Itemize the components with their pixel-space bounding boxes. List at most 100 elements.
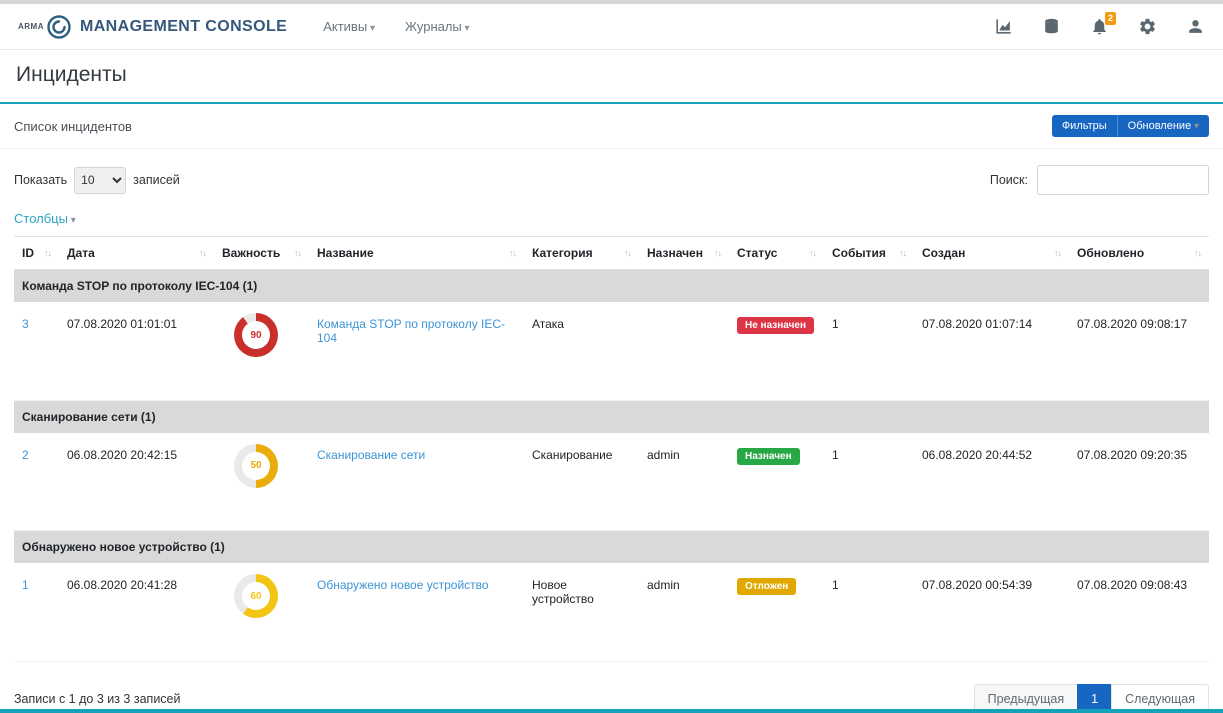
- chart-icon[interactable]: [993, 17, 1013, 37]
- search-label: Поиск:: [990, 173, 1028, 187]
- column-label: Категория: [532, 246, 593, 260]
- group-header-row: Команда STOP по протоколу IEC-104 (1): [14, 270, 1209, 303]
- group-header-row: Обнаружено новое устройство (1): [14, 531, 1209, 564]
- group-title: Сканирование сети (1): [14, 400, 1209, 433]
- status-badge: Не назначен: [737, 317, 814, 334]
- settings-gear-icon[interactable]: [1137, 17, 1157, 37]
- incident-assignee: [639, 302, 729, 400]
- page-title-bar: Инциденты: [0, 50, 1223, 104]
- incident-id-link[interactable]: 3: [22, 317, 29, 331]
- brand-title: MANAGEMENT CONSOLE: [80, 18, 287, 36]
- column-label: Назначен: [647, 246, 703, 260]
- column-header-status[interactable]: Статус ↑↓: [729, 237, 824, 270]
- records-info: Записи с 1 до 3 из 3 записей: [14, 692, 180, 706]
- incident-id-link[interactable]: 2: [22, 448, 29, 462]
- search-control: Поиск:: [990, 165, 1209, 195]
- importance-value: 50: [250, 460, 261, 471]
- sort-icon: ↑↓: [714, 248, 721, 258]
- incident-name-link[interactable]: Обнаружено новое устройство: [317, 578, 489, 592]
- database-icon[interactable]: [1041, 17, 1061, 37]
- column-label: События: [832, 246, 886, 260]
- incident-created: 07.08.2020 01:07:14: [914, 302, 1069, 400]
- filters-button[interactable]: Фильтры: [1052, 115, 1117, 137]
- status-badge: Назначен: [737, 448, 800, 465]
- sort-icon: ↑↓: [1194, 248, 1201, 258]
- page-size-control: Показать 10 записей: [14, 167, 180, 194]
- column-header-events[interactable]: События ↑↓: [824, 237, 914, 270]
- incident-updated: 07.08.2020 09:08:17: [1069, 302, 1209, 400]
- incident-row: 2 06.08.2020 20:42:15 50 Сканирование се…: [14, 433, 1209, 531]
- panel-actions: Фильтры Обновление: [1052, 115, 1209, 137]
- sort-icon: ↑↓: [809, 248, 816, 258]
- column-label: Дата: [67, 246, 95, 260]
- incident-events-count: 1: [824, 302, 914, 400]
- sort-icon: ↑↓: [294, 248, 301, 258]
- incident-category: Атака: [524, 302, 639, 400]
- incident-date: 07.08.2020 01:01:01: [59, 302, 214, 400]
- sort-icon: ↑↓: [1054, 248, 1061, 258]
- importance-donut: 60: [234, 574, 278, 618]
- importance-donut: 90: [234, 313, 278, 357]
- importance-donut: 50: [234, 444, 278, 488]
- incident-events-count: 1: [824, 433, 914, 531]
- table-controls: Показать 10 записей Поиск:: [0, 149, 1223, 199]
- group-title: Обнаружено новое устройство (1): [14, 531, 1209, 564]
- notification-count-badge: 2: [1105, 12, 1116, 25]
- column-label: Создан: [922, 246, 965, 260]
- incident-row: 1 06.08.2020 20:41:28 60 Обнаружено ново…: [14, 563, 1209, 661]
- sort-icon: ↑↓: [899, 248, 906, 258]
- incidents-table: ID↑↓ Дата↑↓ Важность↑↓ Название↑↓ Катего…: [14, 236, 1209, 662]
- notifications-bell-icon[interactable]: 2: [1089, 17, 1109, 37]
- navbar-icons: 2: [993, 17, 1205, 37]
- top-navbar: ARMA MANAGEMENT CONSOLE Активы Журналы: [0, 4, 1223, 50]
- incident-assignee: admin: [639, 433, 729, 531]
- incident-name-link[interactable]: Сканирование сети: [317, 448, 425, 462]
- column-header-importance[interactable]: Важность ↑↓: [214, 237, 309, 270]
- user-profile-icon[interactable]: [1185, 17, 1205, 37]
- bottom-accent-strip: [0, 709, 1223, 713]
- column-header-category[interactable]: Категория ↑↓: [524, 237, 639, 270]
- incident-category: Сканирование: [524, 433, 639, 531]
- column-header-updated[interactable]: Обновлено↑↓: [1069, 237, 1209, 270]
- columns-button-label: Столбцы: [14, 211, 68, 226]
- menu-journals-label: Журналы: [405, 19, 462, 34]
- panel-header: Список инцидентов Фильтры Обновление: [0, 104, 1223, 149]
- incident-updated: 07.08.2020 09:20:35: [1069, 433, 1209, 531]
- page-size-select[interactable]: 10: [74, 167, 126, 194]
- importance-value: 60: [250, 591, 261, 602]
- importance-value: 90: [250, 330, 261, 341]
- incident-category: Новое устройство: [524, 563, 639, 661]
- incident-assignee: admin: [639, 563, 729, 661]
- refresh-dropdown-button[interactable]: Обновление: [1117, 115, 1209, 137]
- column-label: Статус: [737, 246, 777, 260]
- group-title: Команда STOP по протоколу IEC-104 (1): [14, 270, 1209, 303]
- table-footer: Записи с 1 до 3 из 3 записей Предыдущая …: [0, 662, 1223, 713]
- menu-assets-label: Активы: [323, 19, 367, 34]
- sort-icon: ↑↓: [509, 248, 516, 258]
- column-header-assignee[interactable]: Назначен ↑↓: [639, 237, 729, 270]
- sort-icon: ↑↓: [624, 248, 631, 258]
- search-input[interactable]: [1037, 165, 1209, 195]
- column-label: ID: [22, 246, 34, 260]
- incident-updated: 07.08.2020 09:08:43: [1069, 563, 1209, 661]
- panel-title: Список инцидентов: [14, 119, 132, 134]
- incident-name-link[interactable]: Команда STOP по протоколу IEC-104: [317, 317, 505, 345]
- show-label: Показать: [14, 173, 67, 187]
- column-header-name[interactable]: Название↑↓: [309, 237, 524, 270]
- column-label: Важность: [222, 246, 280, 260]
- group-header-row: Сканирование сети (1): [14, 400, 1209, 433]
- column-header-date[interactable]: Дата ↑↓: [59, 237, 214, 270]
- column-header-created[interactable]: Создан ↑↓: [914, 237, 1069, 270]
- menu-journals[interactable]: Журналы: [405, 19, 470, 34]
- main-menu: Активы Журналы: [323, 19, 469, 34]
- records-label: записей: [133, 173, 180, 187]
- columns-button[interactable]: Столбцы: [0, 199, 90, 236]
- brand-logo[interactable]: ARMA MANAGEMENT CONSOLE: [18, 14, 287, 40]
- column-header-id[interactable]: ID↑↓: [14, 237, 59, 270]
- refresh-label: Обновление: [1128, 120, 1192, 132]
- sort-icon: ↑↓: [199, 248, 206, 258]
- menu-assets[interactable]: Активы: [323, 19, 375, 34]
- incident-id-link[interactable]: 1: [22, 578, 29, 592]
- brand-arma-label: ARMA: [18, 22, 44, 31]
- page-title: Инциденты: [16, 63, 1207, 87]
